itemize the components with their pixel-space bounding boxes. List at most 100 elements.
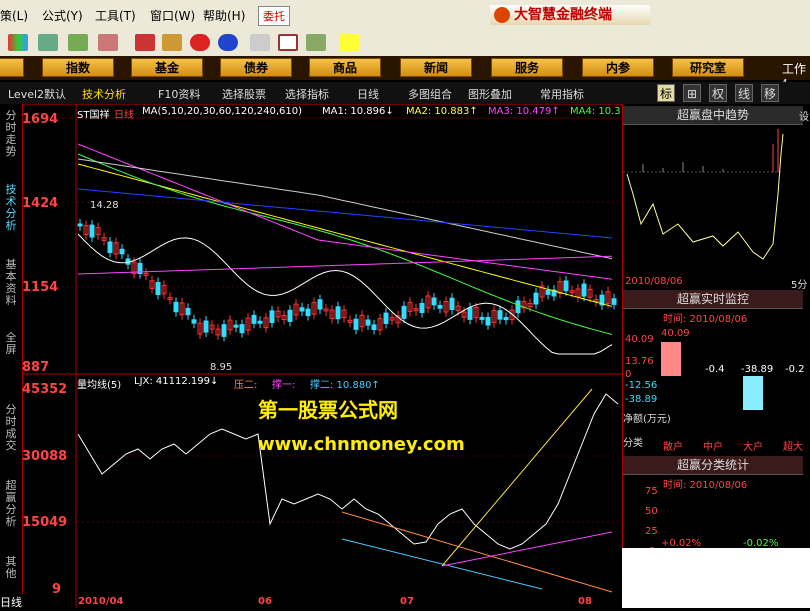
side-tab-intraday[interactable]: 分时走势 <box>2 110 20 158</box>
monitor-value-4: -0.2 <box>785 364 805 375</box>
date-label-1: 2010/04 <box>78 596 124 607</box>
nav-research[interactable]: 研究室 <box>672 58 744 77</box>
nav-fund[interactable]: 基金 <box>131 58 203 77</box>
view-tab-rights[interactable]: 权 <box>709 84 727 102</box>
subbar-f10[interactable]: F10资料 <box>158 86 200 102</box>
menu-help[interactable]: 帮助(H) <box>203 7 245 24</box>
side-tab-fullscreen[interactable]: 全屏 <box>2 332 20 356</box>
diamond-icon[interactable] <box>162 34 182 51</box>
delegate-button[interactable]: 委托 <box>258 6 290 26</box>
nav-index[interactable]: 指数 <box>42 58 114 77</box>
date-label-4: 08 <box>578 596 592 607</box>
help-pointer-icon[interactable] <box>340 34 360 51</box>
trend-date: 2010/08/06 <box>625 276 683 287</box>
cheng1-value: 撑一: <box>272 380 296 391</box>
monitor-tick-4: -12.56 <box>625 380 658 391</box>
monitor-tick-3: 0 <box>625 369 632 380</box>
info-icon[interactable] <box>218 34 238 51</box>
side-tab-trades[interactable]: 分时成交 <box>2 404 20 452</box>
subbar-common-indicator[interactable]: 常用指标 <box>540 86 584 102</box>
view-tab-move[interactable]: 移 <box>761 84 779 102</box>
candle-body <box>233 324 239 328</box>
vol-tick-1: 45352 <box>22 382 68 397</box>
net-amount-label: 净额(万元) <box>623 414 671 425</box>
candle-body <box>563 280 569 292</box>
category-medium: 中户 <box>703 442 723 453</box>
toolbar <box>0 30 810 57</box>
menu-strategy[interactable]: 策(L) <box>0 7 28 24</box>
subbar-level2[interactable]: Level2默认 <box>8 86 66 102</box>
monitor-panel-title: 超赢实时监控 <box>623 290 803 309</box>
candle-body <box>515 300 521 314</box>
trend-interval: 5分 <box>791 280 808 291</box>
nav-left-stub[interactable] <box>0 58 24 77</box>
stats-tick-1: 75 <box>645 486 658 497</box>
trend-panel-title: 超赢盘中趋势 <box>623 106 803 125</box>
view-tab-line[interactable]: 线 <box>735 84 753 102</box>
candle-body <box>119 248 125 255</box>
nav-bar: 指数 基金 债券 商品 新闻 服务 内参 研究室 工作ℓ <box>0 56 810 91</box>
candle-body <box>611 298 617 305</box>
low-mark: 8.95 <box>210 362 233 373</box>
subbar-technical[interactable]: 技术分析 <box>82 86 126 102</box>
candle-body <box>191 319 197 324</box>
subbar-select-indicator[interactable]: 选择指标 <box>285 86 329 102</box>
side-tab-technical[interactable]: 技术分析 <box>2 184 20 232</box>
view-tab-grid[interactable]: ⊞ <box>683 84 701 102</box>
monitor-tick-1: 40.09 <box>625 334 654 345</box>
candle-body <box>431 297 437 306</box>
stock-icon[interactable] <box>190 34 210 51</box>
settings-button[interactable]: 设 <box>799 108 809 123</box>
candle-body <box>77 223 83 227</box>
monitor-tick-2: 13.76 <box>625 356 654 367</box>
side-tab-fundamental[interactable]: 基本资料 <box>2 259 20 307</box>
nav-commodity[interactable]: 商品 <box>309 58 381 77</box>
candle-body <box>305 308 311 317</box>
stats-tick-3: 25 <box>645 526 658 537</box>
alert-icon[interactable] <box>98 34 118 51</box>
market-icon[interactable] <box>38 34 58 51</box>
candle-body <box>251 314 257 324</box>
candle-body <box>107 241 113 253</box>
price-tick-2: 1424 <box>22 196 59 211</box>
view-tab-mark[interactable]: 标 <box>657 84 675 102</box>
candle-body <box>419 302 425 313</box>
menu-tools[interactable]: 工具(T) <box>95 7 136 24</box>
bar-retail <box>661 342 681 376</box>
brand-logo: 大智慧金融终端 <box>490 5 650 25</box>
watermark-title: 第一股票公式网 <box>258 398 398 422</box>
menu-window[interactable]: 窗口(W) <box>150 7 195 24</box>
menu-formula[interactable]: 公式(Y) <box>42 7 83 24</box>
quote-icon[interactable] <box>8 34 28 51</box>
candle-body <box>485 316 491 326</box>
vol-tick-2: 30088 <box>22 449 68 464</box>
candle-body <box>185 307 191 316</box>
ma-params: MA(5,10,20,30,60,120,240,610) <box>142 106 303 117</box>
nav-service[interactable]: 服务 <box>491 58 563 77</box>
nav-insider[interactable]: 内参 <box>582 58 654 77</box>
news-icon[interactable] <box>135 34 155 51</box>
trend-chart <box>623 129 784 260</box>
nav-news[interactable]: 新闻 <box>400 58 472 77</box>
subbar-overlay[interactable]: 图形叠加 <box>468 86 512 102</box>
notepad-icon[interactable] <box>250 34 270 51</box>
ma2-value: MA2: 10.883↑ <box>406 106 478 117</box>
candle-body <box>287 309 293 322</box>
binoculars-icon[interactable] <box>68 34 88 51</box>
stats-tick-2: 50 <box>645 506 658 517</box>
subbar-select-stock[interactable]: 选择股票 <box>222 86 266 102</box>
books-icon[interactable] <box>306 34 326 51</box>
blank-area <box>622 548 810 608</box>
date-label-3: 07 <box>400 596 414 607</box>
candle-body <box>533 292 539 305</box>
subbar-multi[interactable]: 多图组合 <box>408 86 452 102</box>
side-tab-chaoying[interactable]: 超赢分析 <box>2 480 20 528</box>
monitor-tick-5: -38.89 <box>625 394 658 405</box>
ya2-value: 压二: <box>234 380 258 391</box>
candle-body <box>299 307 305 312</box>
nav-bond[interactable]: 债券 <box>220 58 292 77</box>
monitor-value-2: -0.4 <box>705 364 725 375</box>
window-icon[interactable] <box>278 34 298 51</box>
subbar-daily[interactable]: 日线 <box>357 86 379 102</box>
side-tab-other[interactable]: 其他 <box>2 556 20 580</box>
